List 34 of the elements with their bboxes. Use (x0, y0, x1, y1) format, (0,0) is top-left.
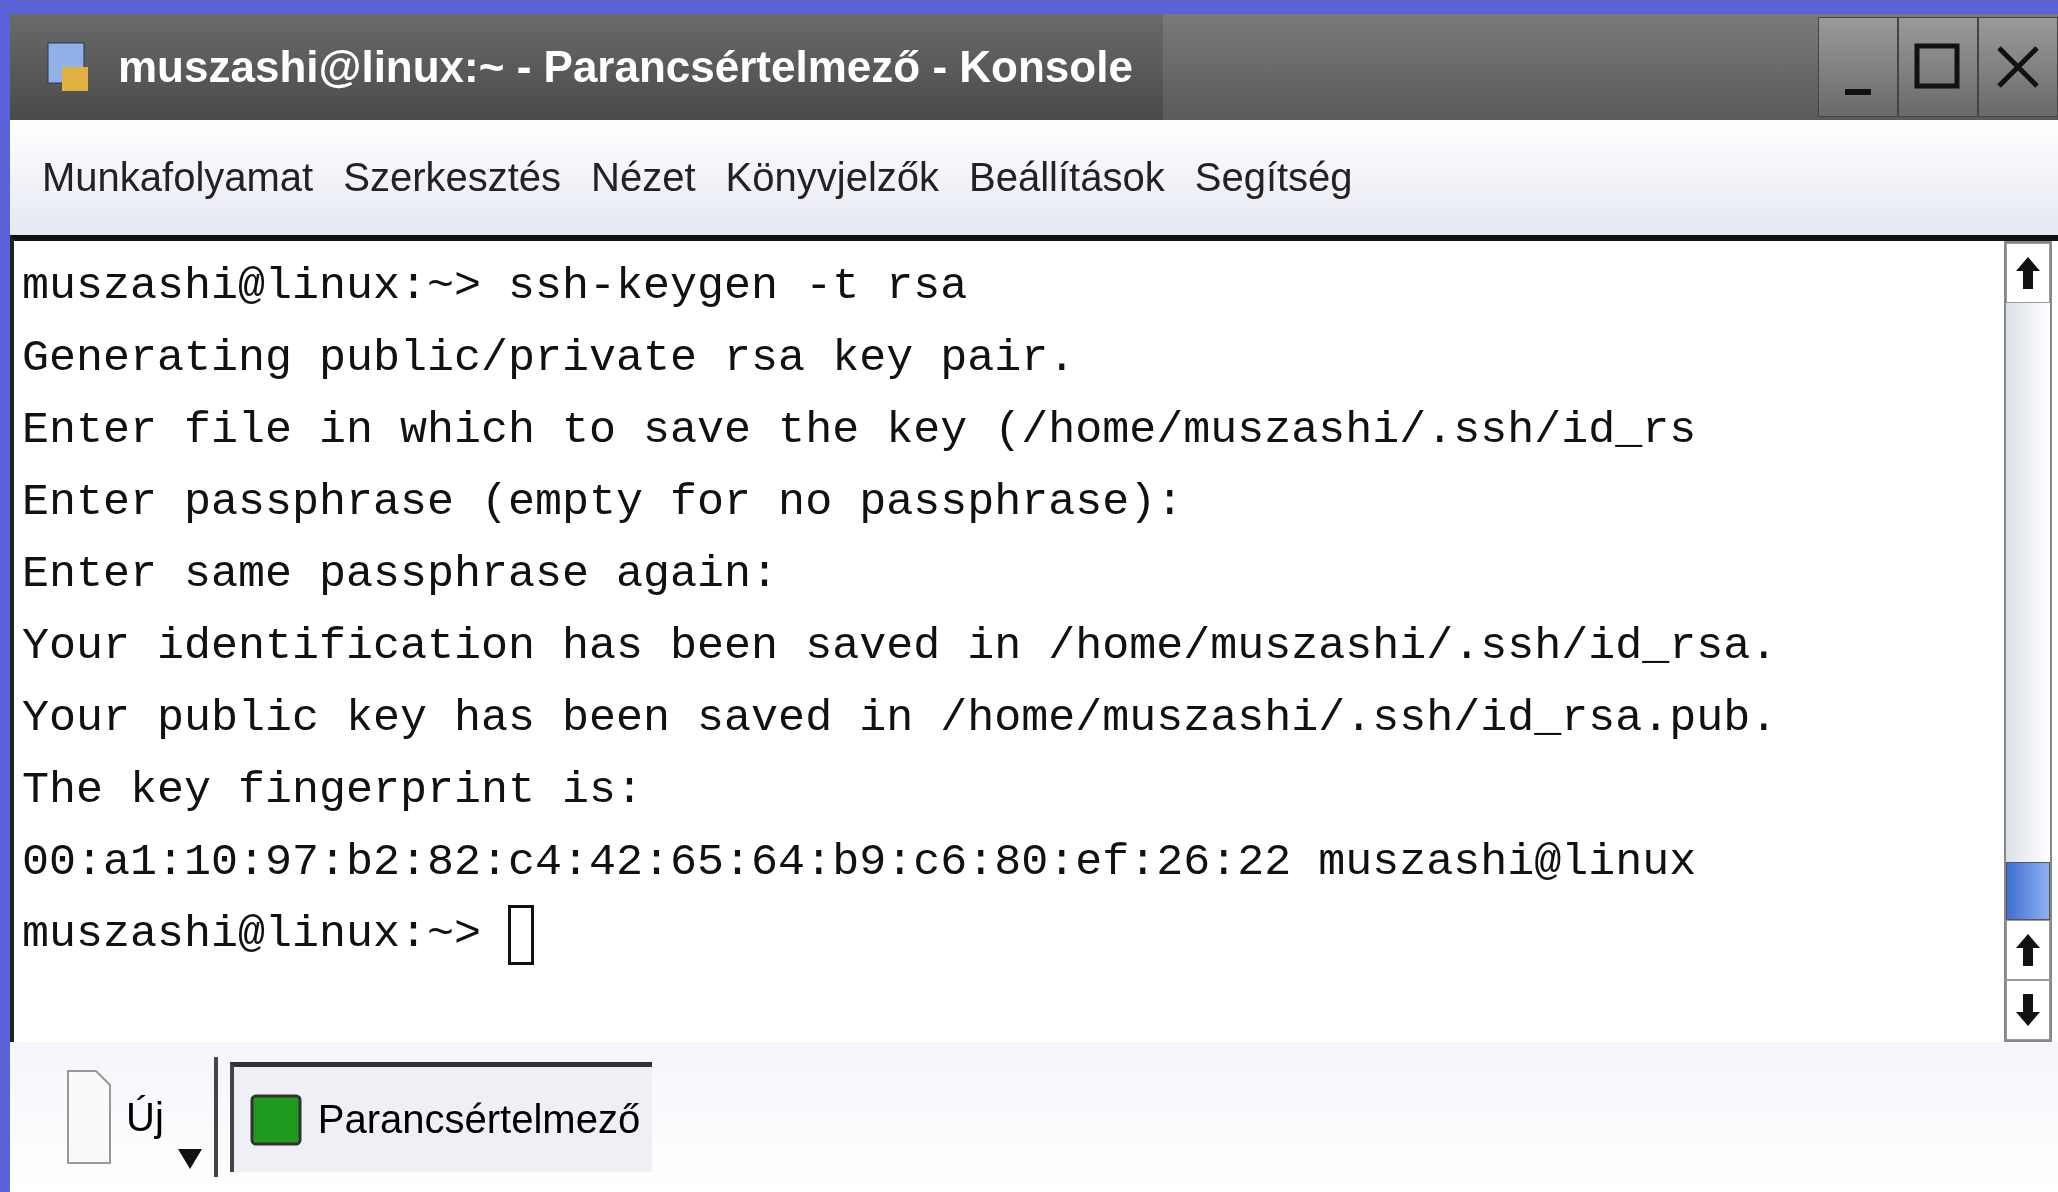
maximize-icon (1913, 42, 1963, 92)
menu-item[interactable]: Könyvjelzők (725, 155, 940, 200)
menu-item[interactable]: Beállítások (969, 155, 1165, 200)
scroll-up-button[interactable] (2006, 920, 2050, 980)
terminal-line: Your public key has been saved in /home/muszashi/.ssh/id_rsa.pub. (22, 692, 1778, 746)
terminal-icon (249, 1093, 302, 1146)
window-title: muszashi@linux:~ - Parancsértelmező - Konsole (118, 42, 1133, 92)
minimize-icon (1845, 89, 1871, 95)
scroll-thumb[interactable] (2006, 862, 2050, 920)
close-button[interactable] (1978, 17, 2058, 117)
terminal-app-icon (46, 41, 90, 93)
scrollbar[interactable] (2004, 241, 2052, 1042)
menu-item[interactable]: Nézet (591, 155, 696, 200)
maximize-button[interactable] (1898, 17, 1978, 117)
terminal-line: Enter same passphrase again: (22, 548, 779, 602)
minimize-button[interactable] (1818, 17, 1898, 117)
caret-icon (177, 1149, 202, 1169)
session-tab[interactable]: Parancsértelmező (229, 1062, 653, 1172)
scroll-down-button[interactable] (2006, 980, 2050, 1040)
terminal-line: muszashi@linux:~> ssh-keygen -t rsa (22, 260, 968, 314)
new-session-button[interactable]: Új (30, 1057, 218, 1177)
terminal-line: The key fingerprint is: (22, 764, 644, 818)
terminal-prompt: muszashi@linux:~> (22, 908, 482, 962)
terminal-line: 00:a1:10:97:b2:82:c4:42:65:64:b9:c6:80:ef:26:22 muszashi@linux (22, 836, 1697, 890)
text-cursor (508, 905, 535, 965)
terminal-line: Enter file in which to save the key (/home/muszashi/.ssh/id_rs (22, 404, 1697, 458)
terminal-line: Enter passphrase (empty for no passphrase): (22, 476, 1184, 530)
menu-item[interactable]: Munkafolyamat (42, 155, 314, 200)
terminal-line: Generating public/private rsa key pair. (22, 332, 1076, 386)
document-icon (66, 1069, 112, 1165)
menu-item[interactable]: Szerkesztés (343, 155, 562, 200)
terminal-line: Your identification has been saved in /home/muszashi/.ssh/id_rsa. (22, 620, 1778, 674)
menu-item[interactable]: Segítség (1194, 155, 1353, 200)
scroll-up-button[interactable] (2006, 243, 2050, 303)
